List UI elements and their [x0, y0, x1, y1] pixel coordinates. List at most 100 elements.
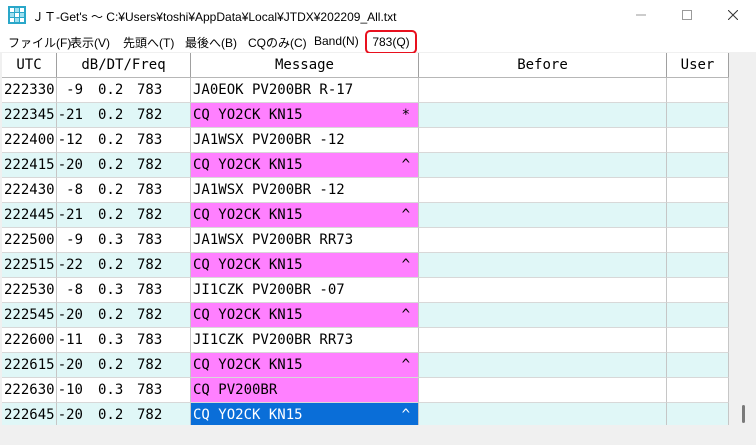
cell-before [419, 378, 667, 403]
menu-frequency-filter[interactable]: 783(Q) [365, 30, 417, 54]
cell-user [667, 278, 729, 303]
cell-dt: 0.2 [98, 307, 124, 323]
header-user[interactable]: User [667, 53, 729, 77]
message-marker: ^ [401, 357, 410, 373]
cell-message[interactable]: CQ YO2CK KN15 ^ [191, 153, 419, 178]
cell-message[interactable]: CQ YO2CK KN15 ^ [191, 303, 419, 328]
header-utc[interactable]: UTC [2, 53, 57, 77]
cell-db: -20 [57, 357, 83, 373]
table-row[interactable]: 222645 -20 0.2 782 CQ YO2CK KN15 ^ [2, 403, 729, 425]
cell-freq: 783 [137, 182, 163, 198]
cell-message[interactable]: CQ YO2CK KN15 ^ [191, 353, 419, 378]
table-row[interactable]: 222400 -12 0.2 783 JA1WSX PV200BR -12 [2, 128, 729, 153]
minimize-button[interactable] [618, 0, 664, 30]
message-marker: ^ [401, 257, 410, 273]
message-marker: * [401, 107, 410, 123]
table-row[interactable]: 222530 -8 0.3 783 JI1CZK PV200BR -07 [2, 278, 729, 303]
header-before[interactable]: Before [419, 53, 667, 77]
message-text: CQ YO2CK KN15 [193, 157, 303, 173]
cell-db-dt-freq: -8 0.2 783 [57, 178, 191, 203]
scrollbar-thumb[interactable] [742, 405, 745, 423]
message-marker: ^ [401, 207, 410, 223]
cell-db-dt-freq: -21 0.2 782 [57, 103, 191, 128]
decode-table[interactable]: UTC dB/DT/Freq Message Before User 22233… [2, 53, 729, 425]
cell-before [419, 353, 667, 378]
menu-file[interactable]: ファイル(F) [8, 34, 71, 51]
table-row[interactable]: 222545 -20 0.2 782 CQ YO2CK KN15 ^ [2, 303, 729, 328]
cell-db-dt-freq: -20 0.2 782 [57, 153, 191, 178]
cell-db: -9 [66, 232, 83, 248]
table-row[interactable]: 222430 -8 0.2 783 JA1WSX PV200BR -12 [2, 178, 729, 203]
cell-freq: 783 [137, 332, 163, 348]
cell-utc: 222330 [2, 78, 57, 103]
maximize-icon [682, 10, 692, 20]
cell-dt: 0.2 [98, 257, 124, 273]
menu-view[interactable]: 表示(V) [70, 34, 110, 51]
cell-user [667, 403, 729, 425]
menu-cq-only[interactable]: CQのみ(C) [248, 34, 307, 51]
table-row[interactable]: 222615 -20 0.2 782 CQ YO2CK KN15 ^ [2, 353, 729, 378]
cell-user [667, 128, 729, 153]
header-db-dt-freq[interactable]: dB/DT/Freq [57, 53, 191, 77]
menu-top[interactable]: 先頭へ(T) [123, 34, 174, 51]
message-text: JA1WSX PV200BR RR73 [193, 232, 354, 248]
title-bar[interactable]: ＪＴ-Get's 〜 C:¥Users¥toshi¥AppData¥Local¥… [0, 0, 756, 30]
table-row[interactable]: 222500 -9 0.3 783 JA1WSX PV200BR RR73 [2, 228, 729, 253]
cell-utc: 222415 [2, 153, 57, 178]
cell-user [667, 203, 729, 228]
table-row[interactable]: 222515 -22 0.2 782 CQ YO2CK KN15 ^ [2, 253, 729, 278]
cell-db-dt-freq: -21 0.2 782 [57, 203, 191, 228]
table-row[interactable]: 222630 -10 0.3 783 CQ PV200BR [2, 378, 729, 403]
vertical-scrollbar[interactable] [731, 53, 756, 425]
header-message[interactable]: Message [191, 53, 419, 77]
cell-user [667, 228, 729, 253]
cell-message[interactable]: JA1WSX PV200BR -12 [191, 178, 419, 203]
message-text: JA0EOK PV200BR R-17 [193, 82, 354, 98]
cell-utc: 222615 [2, 353, 57, 378]
cell-db: -20 [57, 407, 83, 423]
cell-message[interactable]: JA1WSX PV200BR RR73 [191, 228, 419, 253]
cell-message[interactable]: CQ YO2CK KN15 ^ [191, 253, 419, 278]
cell-user [667, 328, 729, 353]
cell-db-dt-freq: -8 0.3 783 [57, 278, 191, 303]
table-row[interactable]: 222345 -21 0.2 782 CQ YO2CK KN15 * [2, 103, 729, 128]
cell-db: -10 [57, 382, 83, 398]
table-row[interactable]: 222445 -21 0.2 782 CQ YO2CK KN15 ^ [2, 203, 729, 228]
cell-message[interactable]: CQ YO2CK KN15 ^ [191, 403, 419, 425]
message-marker: ^ [401, 307, 410, 323]
cell-user [667, 378, 729, 403]
table-row[interactable]: 222600 -11 0.3 783 JI1CZK PV200BR RR73 [2, 328, 729, 353]
app-icon[interactable] [8, 6, 26, 24]
cell-dt: 0.2 [98, 157, 124, 173]
menu-bottom[interactable]: 最後へ(B) [185, 34, 237, 51]
cell-freq: 782 [137, 307, 163, 323]
cell-before [419, 228, 667, 253]
cell-db-dt-freq: -20 0.2 782 [57, 303, 191, 328]
cell-message[interactable]: JI1CZK PV200BR -07 [191, 278, 419, 303]
cell-message[interactable]: CQ YO2CK KN15 * [191, 103, 419, 128]
cell-dt: 0.2 [98, 207, 124, 223]
cell-db: -12 [57, 132, 83, 148]
cell-utc: 222600 [2, 328, 57, 353]
cell-db: -21 [57, 107, 83, 123]
message-text: CQ YO2CK KN15 [193, 307, 303, 323]
menu-band[interactable]: Band(N) [314, 34, 359, 48]
cell-db: -22 [57, 257, 83, 273]
maximize-button[interactable] [664, 0, 710, 30]
cell-message[interactable]: JA1WSX PV200BR -12 [191, 128, 419, 153]
cell-message[interactable]: JA0EOK PV200BR R-17 [191, 78, 419, 103]
status-bar [0, 425, 756, 445]
cell-message[interactable]: CQ YO2CK KN15 ^ [191, 203, 419, 228]
table-row[interactable]: 222330 -9 0.2 783 JA0EOK PV200BR R-17 [2, 78, 729, 103]
table-header: UTC dB/DT/Freq Message Before User [2, 53, 729, 78]
cell-freq: 782 [137, 257, 163, 273]
cell-dt: 0.2 [98, 107, 124, 123]
close-button[interactable] [710, 0, 756, 30]
cell-user [667, 253, 729, 278]
cell-freq: 782 [137, 407, 163, 423]
cell-user [667, 353, 729, 378]
cell-message[interactable]: JI1CZK PV200BR RR73 [191, 328, 419, 353]
cell-message[interactable]: CQ PV200BR [191, 378, 419, 403]
cell-utc: 222345 [2, 103, 57, 128]
table-row[interactable]: 222415 -20 0.2 782 CQ YO2CK KN15 ^ [2, 153, 729, 178]
